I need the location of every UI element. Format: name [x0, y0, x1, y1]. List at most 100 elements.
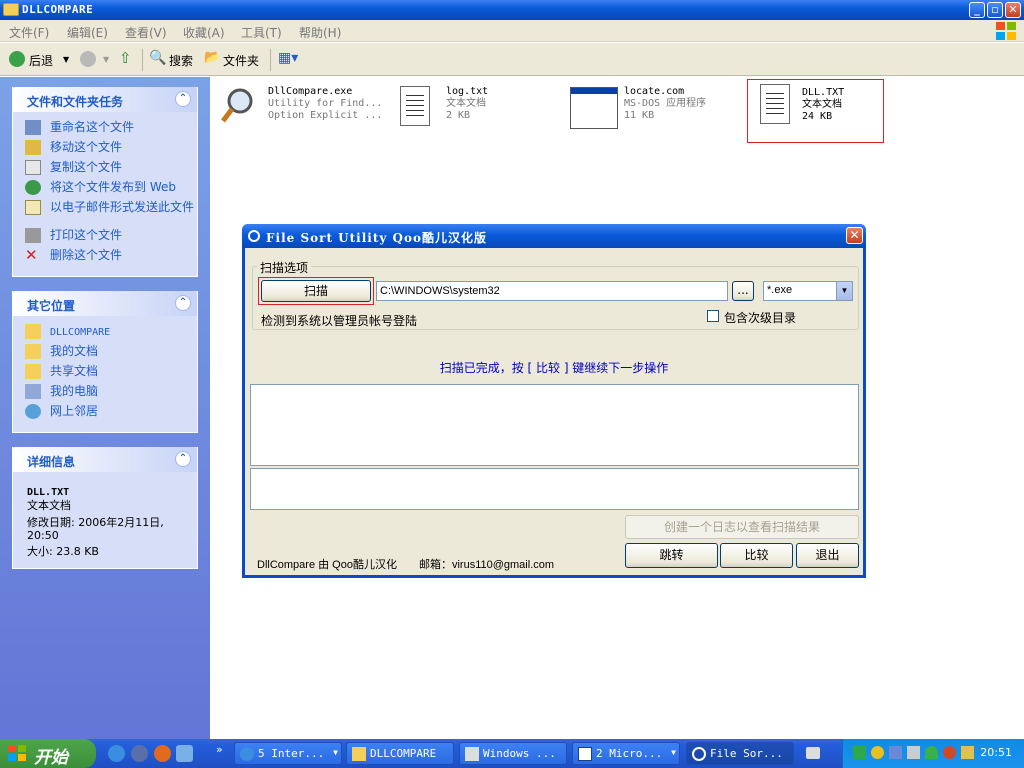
- collapse-icon[interactable]: ⌃: [175, 295, 191, 311]
- media-player-icon[interactable]: [131, 745, 148, 762]
- task-delete[interactable]: ✕ 删除这个文件: [25, 248, 197, 268]
- menu-help[interactable]: 帮助(H): [299, 24, 341, 41]
- create-log-button[interactable]: 创建一个日志以查看扫描结果: [625, 515, 859, 539]
- network-icon: [25, 404, 41, 419]
- firefox-icon[interactable]: [154, 745, 171, 762]
- menu-favorites[interactable]: 收藏(A): [183, 24, 225, 41]
- minimize-button[interactable]: _: [969, 2, 985, 18]
- menu-tools[interactable]: 工具(T): [241, 24, 282, 41]
- envelope-icon: [25, 200, 41, 215]
- place-my-documents[interactable]: 我的文档: [25, 344, 197, 364]
- chevron-down-icon[interactable]: ▼: [836, 282, 852, 300]
- path-input[interactable]: [376, 281, 728, 301]
- window-title: DLLCOMPARE: [22, 3, 94, 16]
- file-tasks-panel: 文件和文件夹任务 ⌃ 重命名这个文件 移动这个文件 复制这个文件 将这个文件发布…: [12, 87, 198, 277]
- tray-security-icon[interactable]: [943, 746, 956, 759]
- browse-button[interactable]: ...: [732, 281, 754, 301]
- scan-options-label: 扫描选项: [257, 259, 312, 276]
- close-button[interactable]: ✕: [1005, 2, 1021, 18]
- group-dropdown-icon: ▼: [671, 748, 676, 757]
- collapse-icon[interactable]: ⌃: [175, 451, 191, 467]
- folders-button[interactable]: 文件夹: [223, 52, 259, 69]
- umbrella-icon[interactable]: [925, 746, 938, 759]
- compare-button[interactable]: 比较: [720, 543, 793, 568]
- file-item-locate-com[interactable]: locate.com MS-DOS 应用程序 11 KB: [568, 81, 738, 141]
- dialog-close-button[interactable]: ✕: [846, 227, 863, 244]
- forward-dropdown-icon[interactable]: ▼: [103, 55, 109, 64]
- volume-icon[interactable]: [961, 746, 974, 759]
- quicklaunch-expand-icon[interactable]: »: [216, 743, 223, 756]
- file-item-dll-txt[interactable]: DLL.TXT 文本文档 24 KB: [747, 79, 884, 143]
- windows-logo-icon: [996, 22, 1018, 40]
- views-icon[interactable]: ▦▾: [278, 50, 298, 66]
- clock: 20:51: [980, 746, 1012, 759]
- collapse-icon[interactable]: ⌃: [175, 91, 191, 107]
- exit-button[interactable]: 退出: [796, 543, 859, 568]
- window-titlebar[interactable]: DLLCOMPARE _ ▫ ✕: [0, 0, 1024, 20]
- file-item-dllcompare-exe[interactable]: DllCompare.exe Utility for Find... Optio…: [210, 81, 390, 141]
- tray-monitor-icon[interactable]: [907, 746, 920, 759]
- magnifier-app-icon: [221, 88, 253, 123]
- back-button[interactable]: 后退: [29, 52, 53, 69]
- folder-icon: [3, 3, 19, 16]
- menu-file[interactable]: 文件(F): [9, 24, 49, 41]
- place-my-computer[interactable]: 我的电脑: [25, 384, 197, 404]
- status-text: 扫描已完成，按 [ 比较 ] 键继续下一步操作: [439, 361, 669, 375]
- qq-icon[interactable]: [871, 746, 884, 759]
- network-connection-icon[interactable]: [889, 746, 902, 759]
- subdir-label[interactable]: 包含次级目录: [724, 309, 796, 326]
- subdir-checkbox[interactable]: [707, 310, 719, 322]
- keyboard-icon[interactable]: [806, 747, 820, 759]
- task-email[interactable]: 以电子邮件形式发送此文件: [25, 200, 197, 228]
- tray-app-icon[interactable]: [853, 746, 866, 759]
- task-print[interactable]: 打印这个文件: [25, 228, 197, 248]
- place-network[interactable]: 网上邻居: [25, 404, 197, 424]
- place-dllcompare[interactable]: DLLCOMPARE: [25, 324, 197, 344]
- other-places-panel: 其它位置 ⌃ DLLCOMPARE 我的文档 共享文档 我的电脑 网上邻居: [12, 291, 198, 433]
- file-item-log-txt[interactable]: log.txt 文本文档 2 KB: [388, 81, 558, 141]
- dos-application-icon: [570, 87, 618, 129]
- ie-icon: [240, 747, 254, 761]
- restore-button[interactable]: ▫: [987, 2, 1003, 18]
- task-internet-explorer[interactable]: 5 Inter... ▼: [234, 742, 342, 765]
- scan-button[interactable]: 扫描: [261, 280, 371, 302]
- folder-icon: [352, 747, 366, 761]
- search-button[interactable]: 搜索: [169, 52, 193, 69]
- dialog-titlebar[interactable]: File Sort Utility Qoo酷儿汉化版 ✕: [242, 224, 866, 248]
- task-file-sort[interactable]: File Sor...: [686, 742, 794, 765]
- back-dropdown-icon[interactable]: ▼: [63, 55, 69, 64]
- task-microsoft-word[interactable]: 2 Micro... ▼: [572, 742, 680, 765]
- task-rename[interactable]: 重命名这个文件: [25, 120, 197, 140]
- magnifier-icon: [248, 230, 260, 242]
- task-windows[interactable]: Windows ...: [459, 742, 567, 765]
- task-move[interactable]: 移动这个文件: [25, 140, 197, 160]
- up-folder-icon[interactable]: ⇧: [119, 49, 132, 67]
- output-list[interactable]: [250, 468, 859, 510]
- start-button[interactable]: 开始: [0, 739, 96, 768]
- desktop-icon[interactable]: [176, 745, 193, 762]
- task-publish-web[interactable]: 将这个文件发布到 Web: [25, 180, 197, 200]
- menu-edit[interactable]: 编辑(E): [67, 24, 108, 41]
- folder-icon: [25, 324, 41, 339]
- dialog-footer: DllCompare 由 Qoo酷儿汉化 邮箱：virus110@gmail.c…: [257, 559, 555, 571]
- shared-folder-icon: [25, 364, 41, 379]
- task-copy[interactable]: 复制这个文件: [25, 160, 197, 180]
- details-type: 文本文档: [27, 499, 71, 512]
- taskbar: 开始 » 5 Inter... ▼ DLLCOMPARE Windows ...…: [0, 739, 1024, 768]
- ie-icon[interactable]: [108, 745, 125, 762]
- dialog-title: File Sort Utility Qoo酷儿汉化版: [266, 231, 488, 245]
- system-tray: 20:51: [842, 739, 1024, 768]
- details-modified: 修改日期: 2006年2月11日, 20:50: [27, 516, 164, 542]
- menu-view[interactable]: 查看(V): [125, 24, 167, 41]
- search-icon: 🔍: [149, 50, 167, 66]
- details-title: 详细信息: [27, 455, 76, 469]
- place-shared-documents[interactable]: 共享文档: [25, 364, 197, 384]
- copy-icon: [25, 160, 41, 175]
- task-pane: 文件和文件夹任务 ⌃ 重命名这个文件 移动这个文件 复制这个文件 将这个文件发布…: [0, 77, 210, 739]
- results-list[interactable]: [250, 384, 859, 466]
- forward-arrow-icon[interactable]: [80, 51, 96, 67]
- filter-select[interactable]: *.exe ▼: [763, 281, 853, 301]
- goto-button[interactable]: 跳转: [625, 543, 718, 568]
- back-arrow-icon[interactable]: [9, 51, 25, 67]
- task-dllcompare-folder[interactable]: DLLCOMPARE: [346, 742, 454, 765]
